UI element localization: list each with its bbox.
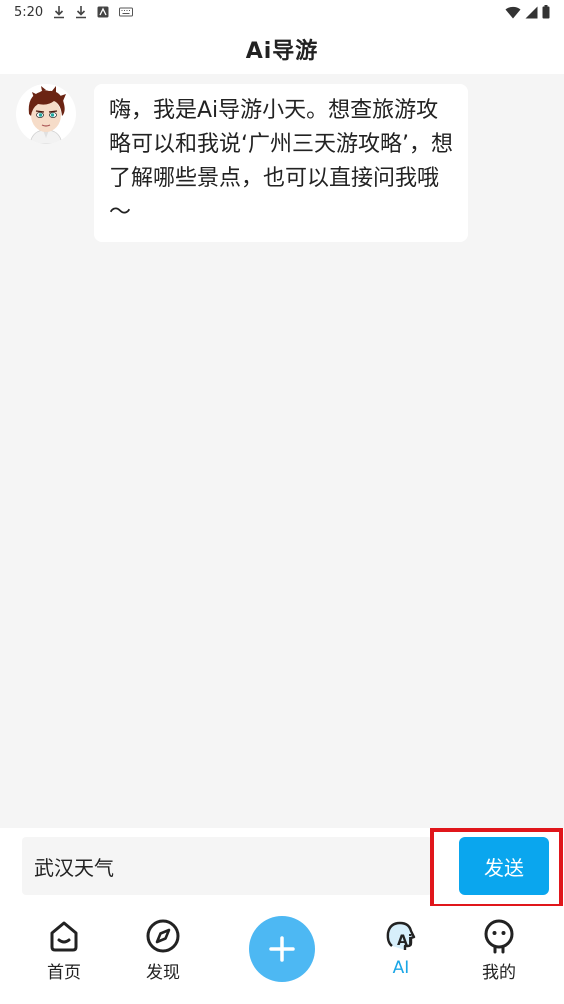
status-bar: 5:20 bbox=[0, 0, 564, 24]
svg-text:Ai: Ai bbox=[397, 933, 413, 949]
cartoon-avatar-icon bbox=[16, 84, 76, 144]
wifi-icon bbox=[505, 6, 521, 18]
chat-bubble: 嗨，我是Ai导游小天。想查旅游攻略可以和我说‘广州三天游攻略’，想了解哪些景点，… bbox=[94, 84, 468, 242]
page-title: Ai导游 bbox=[245, 39, 319, 64]
tab-home-label: 首页 bbox=[47, 963, 81, 983]
compass-icon bbox=[146, 919, 180, 953]
tab-discover[interactable]: 发现 bbox=[123, 918, 203, 983]
tab-discover-label: 发现 bbox=[146, 963, 180, 983]
tab-mine[interactable]: 我的 bbox=[459, 918, 539, 983]
bot-avatar[interactable] bbox=[16, 84, 76, 144]
chat-message-bot: 嗨，我是Ai导游小天。想查旅游攻略可以和我说‘广州三天游攻略’，想了解哪些景点，… bbox=[16, 84, 468, 242]
chat-area[interactable]: 嗨，我是Ai导游小天。想查旅游攻略可以和我说‘广州三天游攻略’，想了解哪些景点，… bbox=[0, 74, 564, 828]
home-icon bbox=[50, 921, 78, 952]
signal-icon bbox=[525, 6, 538, 18]
highlight-box bbox=[430, 828, 563, 908]
keyboard-icon bbox=[119, 7, 134, 17]
tab-home[interactable]: 首页 bbox=[24, 918, 104, 983]
tab-ai[interactable]: Ai AI bbox=[361, 918, 441, 978]
tab-ai-label: AI bbox=[392, 958, 410, 978]
download-icon bbox=[54, 6, 65, 19]
app-header: Ai导游 bbox=[0, 24, 564, 74]
plus-icon bbox=[269, 936, 295, 962]
download-icon bbox=[76, 6, 87, 19]
app-notification-icon bbox=[97, 6, 109, 18]
ai-head-icon: Ai bbox=[386, 921, 416, 950]
message-input-bar: 武汉天气 发送 bbox=[0, 828, 564, 908]
status-time: 5:20 bbox=[14, 4, 44, 20]
battery-icon bbox=[542, 5, 550, 19]
profile-icon bbox=[484, 919, 514, 954]
bottom-tab-bar: 首页 发现 Ai AI 我的 bbox=[0, 906, 564, 1004]
add-button[interactable] bbox=[249, 916, 315, 982]
message-input[interactable]: 武汉天气 bbox=[22, 837, 432, 895]
tab-mine-label: 我的 bbox=[482, 963, 516, 983]
